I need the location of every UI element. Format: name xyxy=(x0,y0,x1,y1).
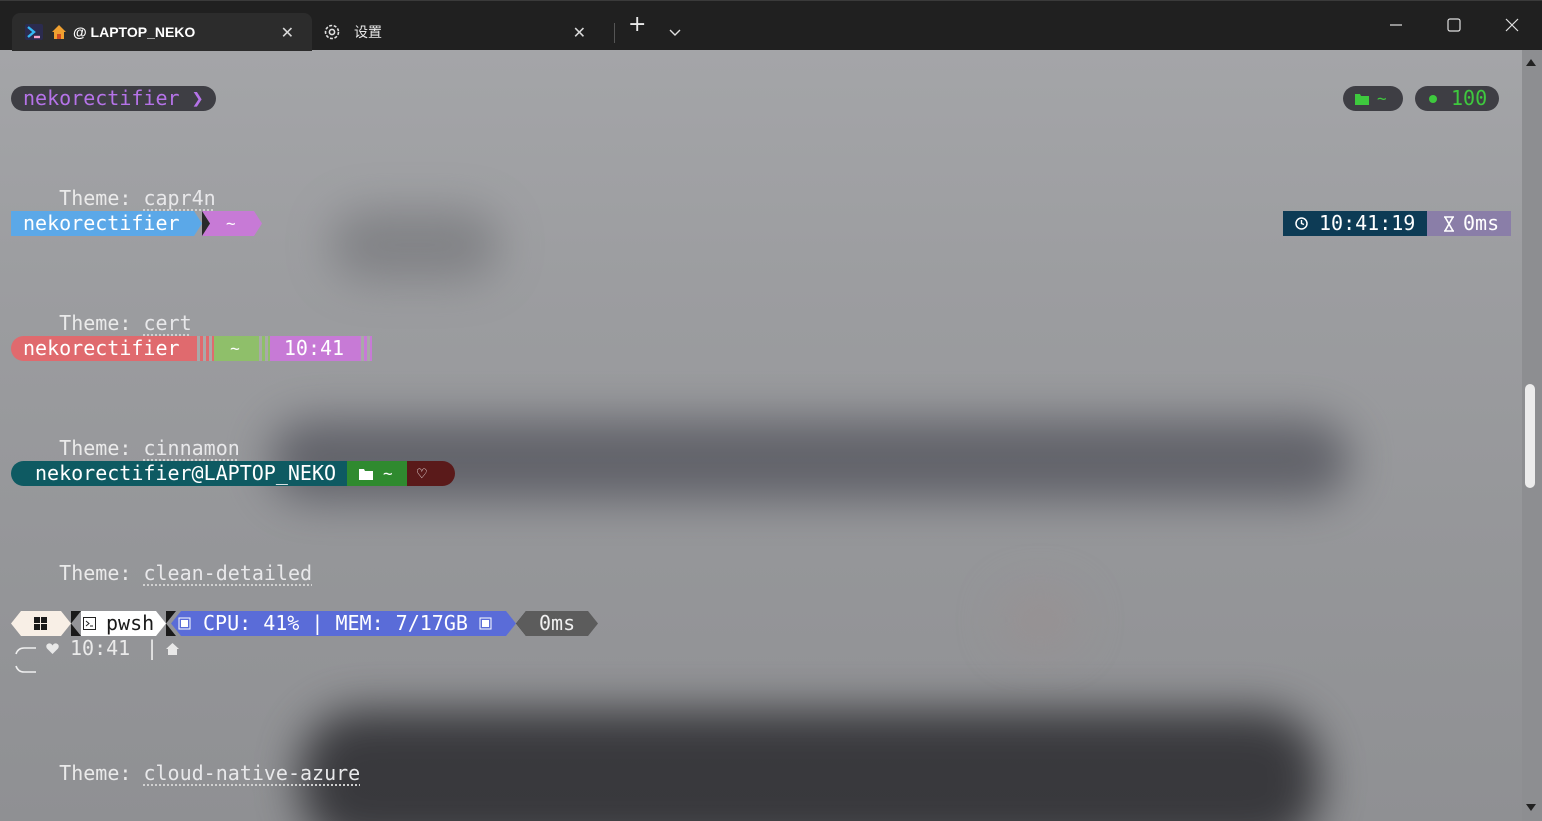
chevron-down-icon[interactable] xyxy=(664,21,686,43)
tab-label: @ LAPTOP_NEKO xyxy=(73,24,196,40)
theme-label: Theme: xyxy=(59,186,132,210)
close-tab-icon[interactable]: ✕ xyxy=(281,23,294,43)
minimize-icon[interactable] xyxy=(1384,13,1408,37)
theme-name[interactable]: clean-detailed xyxy=(143,561,312,585)
folder-icon xyxy=(359,469,373,480)
scroll-up-arrow-icon[interactable] xyxy=(1526,58,1536,66)
theme-label: Theme: xyxy=(59,761,132,785)
duration-value: 0ms xyxy=(1463,211,1500,235)
path-segment: ~ xyxy=(214,336,256,361)
path-segment: ~ xyxy=(347,461,407,486)
heart-segment: ♡ xyxy=(407,461,455,486)
dither-separator xyxy=(194,336,214,361)
folder-segment: ~ xyxy=(1343,86,1403,111)
hourglass-icon xyxy=(1444,216,1454,232)
cpu-icon xyxy=(479,617,492,630)
prompt-connector xyxy=(15,647,36,673)
home-icon xyxy=(166,643,179,655)
folder-icon xyxy=(1355,94,1369,105)
time-value: 10:41 xyxy=(70,636,131,660)
new-tab-button[interactable]: + xyxy=(628,14,646,36)
close-tab-icon[interactable]: ✕ xyxy=(573,23,586,43)
path-text: ~ xyxy=(226,214,236,233)
home-icon xyxy=(52,25,66,39)
heart-icon xyxy=(46,643,59,654)
prompt-user-segment: nekorectifier@LAPTOP_NEKO xyxy=(11,461,347,486)
theme-label: Theme: xyxy=(59,436,132,460)
theme-name[interactable]: cinnamon xyxy=(143,436,239,460)
status-segment: 100 xyxy=(1415,86,1499,111)
tab-separator xyxy=(614,23,615,43)
dither-separator xyxy=(358,336,372,361)
terminal-content[interactable]: nekorectifier ❯ ~ 100 Theme: capr4n neko… xyxy=(0,50,1520,821)
theme-line: Theme: cloud-native-azure xyxy=(11,736,360,811)
status-value: 100 xyxy=(1451,86,1488,110)
theme-name[interactable]: cloud-native-azure xyxy=(143,761,360,785)
time-segment: 10:41 xyxy=(270,336,358,361)
time-value: 10:41:19 xyxy=(1319,211,1416,235)
status-dot-icon xyxy=(1429,95,1437,103)
path-text: ~ xyxy=(1377,89,1387,108)
prompt-user-segment: nekorectifier xyxy=(11,211,194,236)
duration-value: 0ms xyxy=(539,611,576,635)
maximize-icon[interactable] xyxy=(1442,13,1466,37)
gear-icon xyxy=(324,24,340,40)
cpu-icon xyxy=(178,617,191,630)
theme-name[interactable]: capr4n xyxy=(143,186,215,210)
close-window-icon[interactable] xyxy=(1500,13,1524,37)
heart-icon: ♡ xyxy=(417,464,427,483)
dither-separator xyxy=(256,336,270,361)
duration-segment: 0ms xyxy=(1427,211,1511,236)
tab-settings[interactable]: 设置 ✕ xyxy=(314,13,604,51)
separator-bar: | xyxy=(146,636,159,660)
tab-laptop-neko[interactable]: @ LAPTOP_NEKO ✕ xyxy=(12,13,312,51)
shell-name: pwsh xyxy=(106,611,155,635)
theme-label: Theme: xyxy=(59,561,132,585)
terminal-app-icon xyxy=(25,24,43,40)
prompt-user-segment: nekorectifier ❯ xyxy=(11,86,216,111)
system-stats: CPU: 41% | MEM: 7/17GB xyxy=(203,611,468,635)
terminal-icon xyxy=(83,617,96,630)
clock-icon xyxy=(1295,217,1308,230)
title-bar: @ LAPTOP_NEKO ✕ 设置 ✕ + xyxy=(0,0,1542,51)
scroll-down-arrow-icon[interactable] xyxy=(1526,804,1536,812)
theme-label: Theme: xyxy=(59,311,132,335)
path-text: ~ xyxy=(383,464,393,483)
windows-icon xyxy=(34,617,47,630)
prompt-user-segment: nekorectifier xyxy=(11,336,194,361)
theme-name[interactable]: cert xyxy=(143,311,191,335)
time-segment: 10:41:19 xyxy=(1283,211,1427,236)
scrollbar-thumb[interactable] xyxy=(1525,384,1535,488)
theme-line: Theme: clean-detailed xyxy=(11,536,312,611)
tab-label: 设置 xyxy=(354,24,382,40)
